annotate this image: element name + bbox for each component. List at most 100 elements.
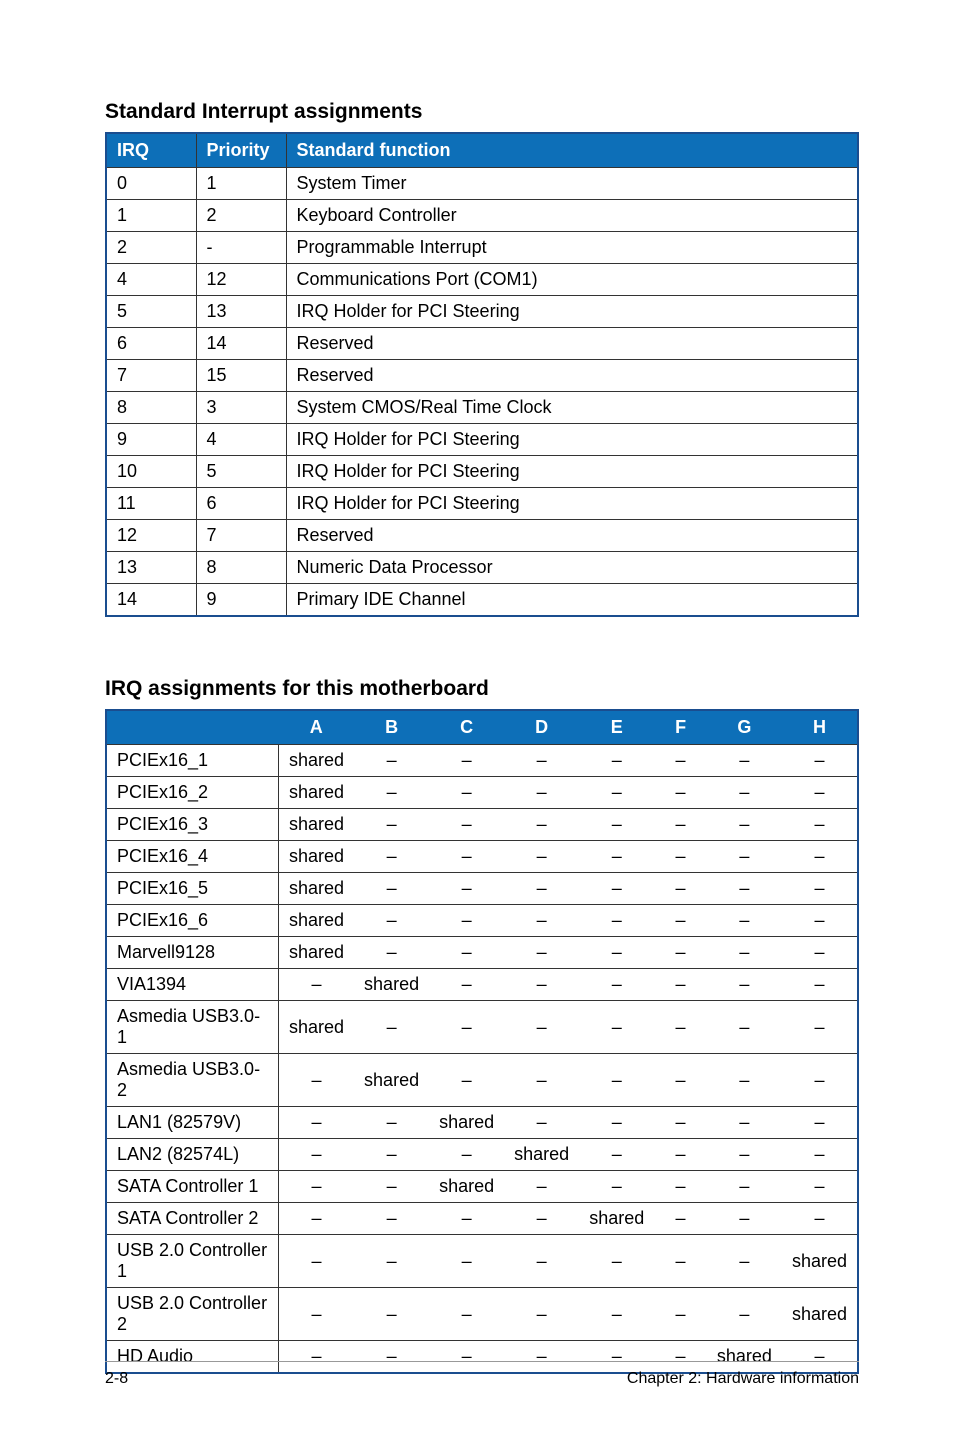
cell-value: – [654, 777, 707, 809]
cell-irq: 5 [106, 296, 196, 328]
th-col: E [579, 710, 654, 745]
cell-value: – [782, 745, 858, 777]
cell-value: shared [279, 841, 355, 873]
cell-value: – [354, 745, 429, 777]
cell-priority: - [196, 232, 286, 264]
cell-value: – [782, 937, 858, 969]
cell-priority: 5 [196, 456, 286, 488]
cell-value: – [429, 937, 504, 969]
cell-priority: 2 [196, 200, 286, 232]
cell-value: – [707, 777, 782, 809]
table-row: 94IRQ Holder for PCI Steering [106, 424, 858, 456]
cell-value: – [782, 809, 858, 841]
cell-value: – [279, 1139, 355, 1171]
cell-value: – [579, 1171, 654, 1203]
cell-value: shared [279, 745, 355, 777]
cell-value: – [654, 1235, 707, 1288]
cell-value: – [654, 1288, 707, 1341]
cell-irq: 12 [106, 520, 196, 552]
cell-value: – [429, 1001, 504, 1054]
cell-value: – [707, 1288, 782, 1341]
cell-value: – [504, 937, 579, 969]
cell-device: USB 2.0 Controller 2 [106, 1288, 279, 1341]
cell-value: – [707, 809, 782, 841]
cell-value: – [279, 1171, 355, 1203]
th-function: Standard function [286, 133, 858, 168]
cell-value: shared [279, 809, 355, 841]
cell-value: – [707, 969, 782, 1001]
section-title-1: Standard Interrupt assignments [105, 100, 859, 124]
cell-value: – [279, 1203, 355, 1235]
cell-value: – [429, 1139, 504, 1171]
cell-value: – [504, 745, 579, 777]
cell-value: – [579, 873, 654, 905]
cell-irq: 2 [106, 232, 196, 264]
cell-value: – [354, 809, 429, 841]
cell-value: – [654, 1054, 707, 1107]
cell-function: IRQ Holder for PCI Steering [286, 424, 858, 456]
cell-device: LAN2 (82574L) [106, 1139, 279, 1171]
cell-value: – [429, 1203, 504, 1235]
table-row: PCIEx16_3shared––––––– [106, 809, 858, 841]
cell-value: – [579, 777, 654, 809]
irq-assignments-table: ABCDEFGH PCIEx16_1shared–––––––PCIEx16_2… [105, 709, 859, 1374]
cell-priority: 14 [196, 328, 286, 360]
table-row: 715Reserved [106, 360, 858, 392]
cell-irq: 11 [106, 488, 196, 520]
cell-priority: 4 [196, 424, 286, 456]
cell-irq: 0 [106, 168, 196, 200]
table-row: 138Numeric Data Processor [106, 552, 858, 584]
cell-value: – [504, 1288, 579, 1341]
th-irq: IRQ [106, 133, 196, 168]
cell-value: – [707, 1054, 782, 1107]
cell-value: – [654, 873, 707, 905]
cell-value: shared [782, 1235, 858, 1288]
cell-value: – [707, 745, 782, 777]
cell-value: – [782, 1001, 858, 1054]
cell-value: – [707, 1001, 782, 1054]
cell-value: – [279, 1107, 355, 1139]
th-col: H [782, 710, 858, 745]
cell-device: PCIEx16_1 [106, 745, 279, 777]
page-number: 2-8 [105, 1370, 128, 1388]
cell-device: USB 2.0 Controller 1 [106, 1235, 279, 1288]
th-priority: Priority [196, 133, 286, 168]
cell-value: – [579, 1054, 654, 1107]
cell-function: System CMOS/Real Time Clock [286, 392, 858, 424]
cell-device: PCIEx16_3 [106, 809, 279, 841]
th-col: B [354, 710, 429, 745]
cell-value: – [429, 841, 504, 873]
cell-value: – [504, 1171, 579, 1203]
cell-value: – [429, 873, 504, 905]
cell-irq: 6 [106, 328, 196, 360]
cell-device: PCIEx16_2 [106, 777, 279, 809]
table-row: Asmedia USB3.0-1shared––––––– [106, 1001, 858, 1054]
cell-value: – [654, 1107, 707, 1139]
cell-value: – [782, 1171, 858, 1203]
cell-value: – [782, 905, 858, 937]
cell-device: PCIEx16_4 [106, 841, 279, 873]
cell-value: shared [504, 1139, 579, 1171]
cell-value: – [579, 745, 654, 777]
th-col: F [654, 710, 707, 745]
cell-value: – [707, 873, 782, 905]
cell-value: – [654, 905, 707, 937]
cell-function: Keyboard Controller [286, 200, 858, 232]
cell-value: – [782, 777, 858, 809]
cell-value: shared [354, 969, 429, 1001]
table-row: 614Reserved [106, 328, 858, 360]
cell-value: – [504, 777, 579, 809]
cell-value: shared [429, 1171, 504, 1203]
cell-value: – [654, 1203, 707, 1235]
cell-value: – [504, 1001, 579, 1054]
cell-function: Primary IDE Channel [286, 584, 858, 617]
cell-value: – [279, 1288, 355, 1341]
cell-value: shared [279, 937, 355, 969]
cell-device: VIA1394 [106, 969, 279, 1001]
cell-value: – [579, 937, 654, 969]
table-row: 2-Programmable Interrupt [106, 232, 858, 264]
cell-value: – [354, 1001, 429, 1054]
cell-value: – [654, 745, 707, 777]
cell-value: – [707, 937, 782, 969]
cell-value: – [354, 1139, 429, 1171]
